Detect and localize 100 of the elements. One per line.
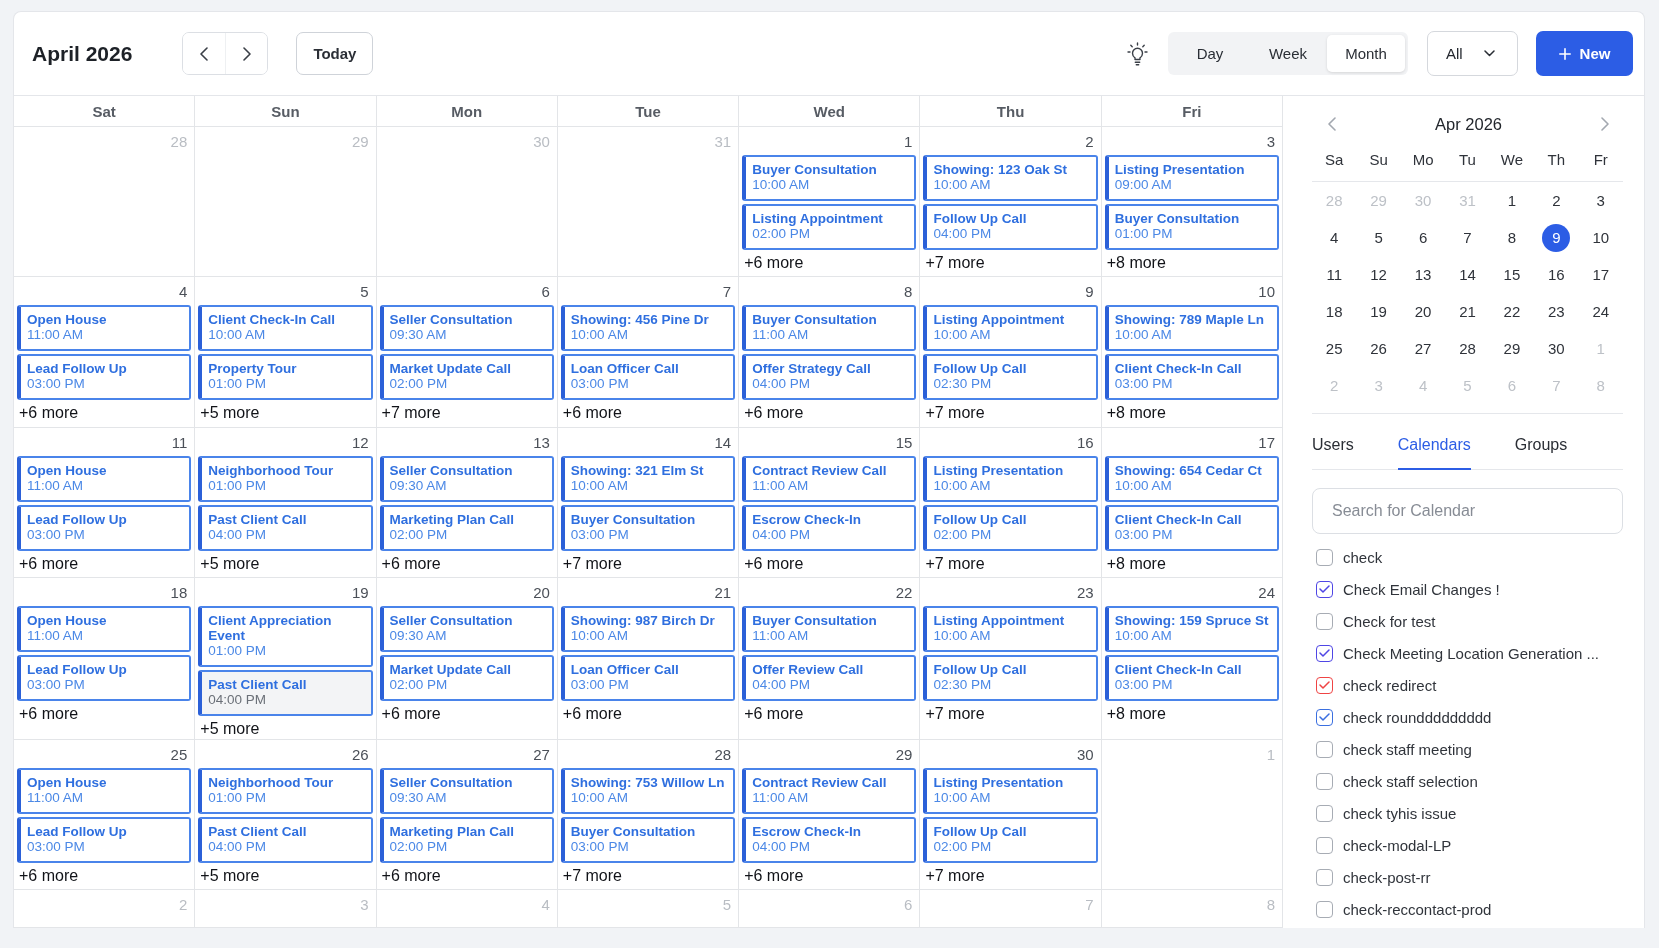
more-events-link[interactable]: +6 more [742, 865, 804, 886]
mini-calendar-day[interactable]: 23 [1542, 297, 1571, 326]
checkbox[interactable] [1316, 740, 1333, 758]
event-card[interactable]: Showing: 753 Willow Ln 10:00 AM [560, 767, 736, 814]
more-events-link[interactable]: +6 more [17, 403, 79, 424]
event-card[interactable]: Showing: 789 Maple Ln 10:00 AM [1104, 305, 1279, 352]
event-card[interactable]: Contract Review Call 11:00 AM [742, 767, 917, 814]
mini-calendar-day[interactable]: 20 [1409, 297, 1438, 326]
mini-calendar-day[interactable]: 12 [1364, 260, 1393, 289]
mini-calendar-day[interactable]: 30 [1542, 334, 1571, 363]
mini-calendar-day[interactable]: 28 [1453, 334, 1482, 363]
sidebar-tab[interactable]: Groups [1514, 422, 1568, 470]
event-card[interactable]: Lead Follow Up 03:00 PM [17, 504, 192, 551]
event-card[interactable]: Open House 11:00 AM [17, 767, 192, 814]
more-events-link[interactable]: +6 more [17, 703, 79, 724]
event-card[interactable]: Seller Consultation 09:30 AM [379, 605, 554, 652]
mini-calendar-day[interactable]: 8 [1497, 223, 1526, 252]
event-card[interactable]: Client Check-In Call 10:00 AM [198, 305, 373, 352]
more-events-link[interactable]: +5 more [198, 553, 260, 574]
event-card[interactable]: Lead Follow Up 03:00 PM [17, 654, 192, 701]
more-events-link[interactable]: +7 more [379, 403, 441, 424]
more-events-link[interactable]: +5 more [198, 865, 260, 886]
event-card[interactable]: Open House 11:00 AM [17, 605, 192, 652]
mini-calendar-day[interactable]: 22 [1497, 297, 1526, 326]
calendar-search-field[interactable]: Search for Calendar [1312, 488, 1623, 534]
today-button[interactable]: Today [296, 32, 374, 75]
checkbox[interactable] [1316, 612, 1333, 630]
more-events-link[interactable]: +6 more [742, 553, 804, 574]
more-events-link[interactable]: +7 more [923, 703, 985, 724]
checkbox[interactable] [1316, 676, 1333, 694]
next-button[interactable] [225, 33, 268, 74]
event-card[interactable]: Client Check-In Call 03:00 PM [1104, 354, 1279, 401]
event-card[interactable]: Showing: 321 Elm St 10:00 AM [560, 455, 736, 502]
more-events-link[interactable]: +7 more [560, 553, 622, 574]
mini-calendar-day[interactable]: 25 [1320, 334, 1349, 363]
checkbox[interactable] [1316, 644, 1333, 662]
event-card[interactable]: Listing Appointment 02:00 PM [742, 204, 917, 250]
mini-calendar-day[interactable]: 15 [1497, 260, 1526, 289]
mini-calendar-day[interactable]: 11 [1320, 260, 1349, 289]
mini-calendar-day[interactable]: 7 [1453, 223, 1482, 252]
event-card[interactable]: Follow Up Call 04:00 PM [923, 204, 1098, 250]
event-card[interactable]: Listing Appointment 10:00 AM [923, 605, 1098, 652]
event-card[interactable]: Loan Officer Call 03:00 PM [560, 354, 736, 401]
mini-calendar-day[interactable]: 18 [1320, 297, 1349, 326]
checkbox[interactable] [1316, 868, 1333, 886]
more-events-link[interactable]: +6 more [379, 553, 441, 574]
view-tab[interactable]: Week [1249, 35, 1327, 72]
mini-calendar-day[interactable]: 13 [1409, 260, 1438, 289]
checkbox[interactable] [1316, 772, 1333, 790]
mini-calendar-day[interactable]: 1 [1497, 186, 1526, 215]
event-card[interactable]: Follow Up Call 02:00 PM [923, 816, 1098, 863]
event-card[interactable]: Buyer Consultation 11:00 AM [742, 605, 917, 652]
mini-calendar-day[interactable]: 3 [1586, 186, 1615, 215]
mini-calendar-day[interactable]: 4 [1320, 223, 1349, 252]
event-card[interactable]: Marketing Plan Call 02:00 PM [379, 816, 554, 863]
filter-dropdown[interactable]: All [1427, 31, 1518, 76]
more-events-link[interactable]: +6 more [17, 553, 79, 574]
event-card[interactable]: Showing: 123 Oak St 10:00 AM [923, 155, 1098, 201]
event-card[interactable]: Open House 11:00 AM [17, 455, 192, 502]
mini-calendar-day[interactable]: 17 [1586, 260, 1615, 289]
mini-calendar-day[interactable]: 6 [1409, 223, 1438, 252]
event-card[interactable]: Showing: 987 Birch Dr 10:00 AM [560, 605, 736, 652]
event-card[interactable]: Property Tour 01:00 PM [198, 354, 373, 401]
event-card[interactable]: Listing Presentation 09:00 AM [1104, 155, 1279, 201]
more-events-link[interactable]: +6 more [742, 703, 804, 724]
event-card[interactable]: Showing: 456 Pine Dr 10:00 AM [560, 305, 736, 352]
event-card[interactable]: Contract Review Call 11:00 AM [742, 455, 917, 502]
checkbox[interactable] [1316, 900, 1333, 918]
mini-calendar-day[interactable]: 14 [1453, 260, 1482, 289]
event-card[interactable]: Client Appreciation Event 01:00 PM [198, 605, 373, 667]
checkbox[interactable] [1316, 836, 1333, 854]
more-events-link[interactable]: +6 more [560, 403, 622, 424]
mini-calendar-day[interactable]: 29 [1497, 334, 1526, 363]
event-card[interactable]: Escrow Check-In 04:00 PM [742, 504, 917, 551]
lightbulb-icon[interactable] [1127, 41, 1148, 66]
mini-calendar-day[interactable]: 5 [1364, 223, 1393, 252]
event-card[interactable]: Follow Up Call 02:30 PM [923, 354, 1098, 401]
mini-calendar-day[interactable]: 24 [1586, 297, 1615, 326]
more-events-link[interactable]: +7 more [923, 253, 985, 273]
event-card[interactable]: Client Check-In Call 03:00 PM [1104, 504, 1279, 551]
event-card[interactable]: Marketing Plan Call 02:00 PM [379, 504, 554, 551]
view-tab[interactable]: Day [1171, 35, 1249, 72]
more-events-link[interactable]: +6 more [379, 865, 441, 886]
mini-calendar-day[interactable]: 16 [1542, 260, 1571, 289]
more-events-link[interactable]: +7 more [560, 865, 622, 886]
more-events-link[interactable]: +6 more [742, 253, 804, 273]
mini-calendar-day[interactable]: 19 [1364, 297, 1393, 326]
event-card[interactable]: Listing Presentation 10:00 AM [923, 455, 1098, 502]
event-card[interactable]: Buyer Consultation 10:00 AM [742, 155, 917, 201]
checkbox[interactable] [1316, 548, 1333, 566]
event-card[interactable]: Buyer Consultation 03:00 PM [560, 816, 736, 863]
event-card[interactable]: Seller Consultation 09:30 AM [379, 305, 554, 352]
checkbox[interactable] [1316, 580, 1333, 598]
mini-calendar-day[interactable]: 26 [1364, 334, 1393, 363]
more-events-link[interactable]: +7 more [923, 865, 985, 886]
more-events-link[interactable]: +6 more [560, 703, 622, 724]
event-card[interactable]: Offer Strategy Call 04:00 PM [742, 354, 917, 401]
more-events-link[interactable]: +8 more [1104, 403, 1166, 424]
event-card[interactable]: Market Update Call 02:00 PM [379, 654, 554, 701]
mini-calendar-day[interactable]: 27 [1409, 334, 1438, 363]
